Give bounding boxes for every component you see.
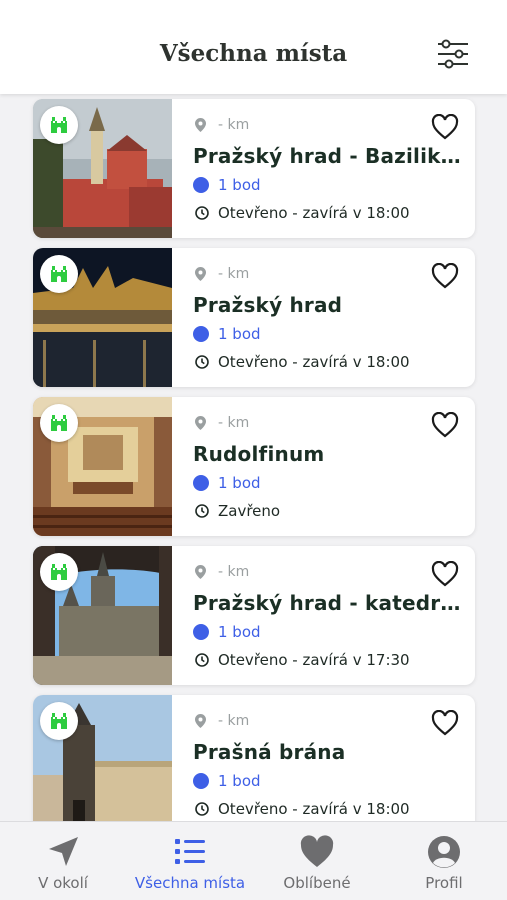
hours-text: Otevřeno - zavírá v 18:00 bbox=[218, 800, 410, 818]
heart-icon bbox=[300, 835, 334, 867]
tab-all-places-label: Všechna místa bbox=[134, 874, 246, 892]
filter-button[interactable] bbox=[435, 36, 471, 72]
favorite-button[interactable] bbox=[431, 262, 461, 291]
distance-value: - km bbox=[218, 564, 250, 580]
points-dot-icon bbox=[193, 773, 209, 789]
distance: - km bbox=[195, 713, 249, 729]
place-card[interactable]: - km Pražský hrad - katedrála sv. Víta 1… bbox=[33, 546, 475, 685]
place-card[interactable]: - km Rudolfinum 1 bod Zavřeno bbox=[33, 397, 475, 536]
distance-value: - km bbox=[218, 713, 250, 729]
points-dot-icon bbox=[193, 326, 209, 342]
points-value: 1 bod bbox=[218, 623, 261, 641]
place-name: Pražský hrad - katedrála sv. Víta bbox=[193, 591, 465, 615]
tab-nearby[interactable]: V okolí bbox=[0, 822, 126, 900]
favorite-button[interactable] bbox=[431, 411, 461, 440]
tab-profile-label: Profil bbox=[425, 874, 463, 892]
category-badge bbox=[40, 255, 78, 293]
tab-favorites-label: Oblíbené bbox=[283, 874, 351, 892]
castle-icon bbox=[51, 564, 67, 580]
opening-hours: Otevřeno - zavírá v 18:00 bbox=[195, 204, 410, 222]
tab-nearby-label: V okolí bbox=[38, 874, 88, 892]
location-pin-icon bbox=[195, 565, 206, 579]
favorite-button[interactable] bbox=[431, 560, 461, 589]
opening-hours: Otevřeno - zavírá v 17:30 bbox=[195, 651, 410, 669]
navigation-arrow-icon bbox=[49, 837, 78, 866]
tab-favorites[interactable]: Oblíbené bbox=[254, 822, 380, 900]
points-dot-icon bbox=[193, 624, 209, 640]
place-name: Rudolfinum bbox=[193, 442, 325, 466]
points-dot-icon bbox=[193, 177, 209, 193]
distance: - km bbox=[195, 266, 249, 282]
place-name: Pražský hrad bbox=[193, 293, 343, 317]
points: 1 bod bbox=[193, 772, 261, 790]
points: 1 bod bbox=[193, 176, 261, 194]
location-pin-icon bbox=[195, 416, 206, 430]
favorite-button[interactable] bbox=[431, 709, 461, 738]
place-photo bbox=[33, 397, 172, 536]
location-pin-icon bbox=[195, 267, 206, 281]
heart-outline-icon bbox=[431, 709, 459, 736]
distance: - km bbox=[195, 117, 249, 133]
points: 1 bod bbox=[193, 623, 261, 641]
points-value: 1 bod bbox=[218, 772, 261, 790]
clock-icon bbox=[195, 504, 209, 518]
place-card[interactable]: - km Pražský hrad - Bazilika sv. Jiří 1 … bbox=[33, 99, 475, 238]
tab-profile[interactable]: Profil bbox=[381, 822, 507, 900]
place-photo bbox=[33, 99, 172, 238]
bottom-tab-bar: V okolí Všechna místa Oblíbené Profil bbox=[0, 821, 507, 900]
castle-icon bbox=[51, 415, 67, 431]
page-title: Všechna místa bbox=[159, 40, 348, 67]
favorite-button[interactable] bbox=[431, 113, 461, 142]
place-card[interactable]: - km Prašná brána 1 bod Otevřeno - zavír… bbox=[33, 695, 475, 821]
points: 1 bod bbox=[193, 325, 261, 343]
tab-all-places[interactable]: Všechna místa bbox=[127, 822, 253, 900]
castle-icon bbox=[51, 713, 67, 729]
heart-outline-icon bbox=[431, 262, 459, 289]
place-photo bbox=[33, 546, 172, 685]
points: 1 bod bbox=[193, 474, 261, 492]
place-name: Prašná brána bbox=[193, 740, 346, 764]
distance-value: - km bbox=[218, 415, 250, 431]
points-value: 1 bod bbox=[218, 325, 261, 343]
heart-outline-icon bbox=[431, 560, 459, 587]
hours-text: Otevřeno - zavírá v 18:00 bbox=[218, 204, 410, 222]
clock-icon bbox=[195, 653, 209, 667]
place-name: Pražský hrad - Bazilika sv. Jiří bbox=[193, 144, 465, 168]
opening-hours: Otevřeno - zavírá v 18:00 bbox=[195, 800, 410, 818]
location-pin-icon bbox=[195, 118, 206, 132]
clock-icon bbox=[195, 355, 209, 369]
castle-icon bbox=[51, 266, 67, 282]
category-badge bbox=[40, 702, 78, 740]
distance: - km bbox=[195, 564, 249, 580]
distance-value: - km bbox=[218, 117, 250, 133]
place-photo bbox=[33, 695, 172, 821]
heart-outline-icon bbox=[431, 411, 459, 438]
points-value: 1 bod bbox=[218, 474, 261, 492]
place-card[interactable]: - km Pražský hrad 1 bod Otevřeno - zavír… bbox=[33, 248, 475, 387]
place-photo bbox=[33, 248, 172, 387]
hours-text: Otevřeno - zavírá v 18:00 bbox=[218, 353, 410, 371]
category-badge bbox=[40, 404, 78, 442]
clock-icon bbox=[195, 802, 209, 816]
distance: - km bbox=[195, 415, 249, 431]
distance-value: - km bbox=[218, 266, 250, 282]
category-badge bbox=[40, 106, 78, 144]
user-icon bbox=[428, 836, 460, 868]
top-app-bar: Všechna místa bbox=[0, 0, 507, 94]
hours-text: Otevřeno - zavírá v 17:30 bbox=[218, 651, 410, 669]
clock-icon bbox=[195, 206, 209, 220]
points-value: 1 bod bbox=[218, 176, 261, 194]
category-badge bbox=[40, 553, 78, 591]
list-icon bbox=[175, 839, 205, 864]
heart-outline-icon bbox=[431, 113, 459, 140]
sliders-icon bbox=[438, 39, 468, 69]
castle-icon bbox=[51, 117, 67, 133]
points-dot-icon bbox=[193, 475, 209, 491]
location-pin-icon bbox=[195, 714, 206, 728]
places-list[interactable]: - km Pražský hrad - Bazilika sv. Jiří 1 … bbox=[0, 94, 507, 821]
hours-text: Zavřeno bbox=[218, 502, 281, 520]
opening-hours: Zavřeno bbox=[195, 502, 280, 520]
opening-hours: Otevřeno - zavírá v 18:00 bbox=[195, 353, 410, 371]
